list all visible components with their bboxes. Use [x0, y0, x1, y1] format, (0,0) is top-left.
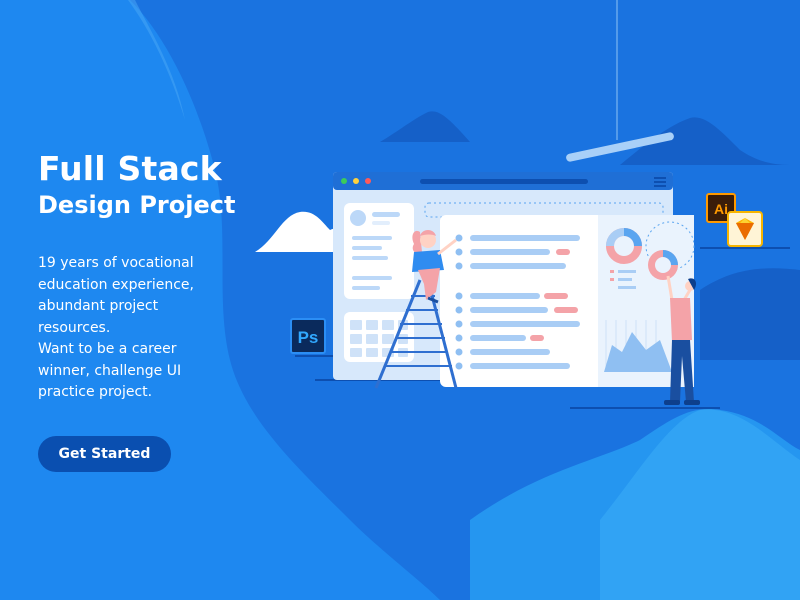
page-subtitle: Design Project	[38, 191, 236, 219]
hero-heading: Full Stack Design Project	[38, 150, 298, 220]
svg-text:Ai: Ai	[714, 201, 728, 217]
browser-dot-green	[341, 178, 347, 184]
sketch-icon	[727, 211, 763, 252]
browser-dot-yellow	[353, 178, 359, 184]
get-started-button[interactable]: Get Started	[38, 436, 171, 472]
photoshop-icon: Ps	[290, 318, 326, 359]
hero-description: 19 years of vocational education experie…	[38, 253, 228, 404]
description-line: 19 years of vocational education experie…	[38, 255, 194, 336]
description-line: Want to be a career winner, challenge UI…	[38, 341, 182, 400]
svg-text:Ps: Ps	[298, 328, 319, 347]
page-title: Full Stack	[38, 149, 222, 188]
banner: Ps Ai Full Stack Design Project 19 years…	[0, 0, 800, 600]
task-list-card	[440, 215, 695, 387]
browser-dot-red	[365, 178, 371, 184]
